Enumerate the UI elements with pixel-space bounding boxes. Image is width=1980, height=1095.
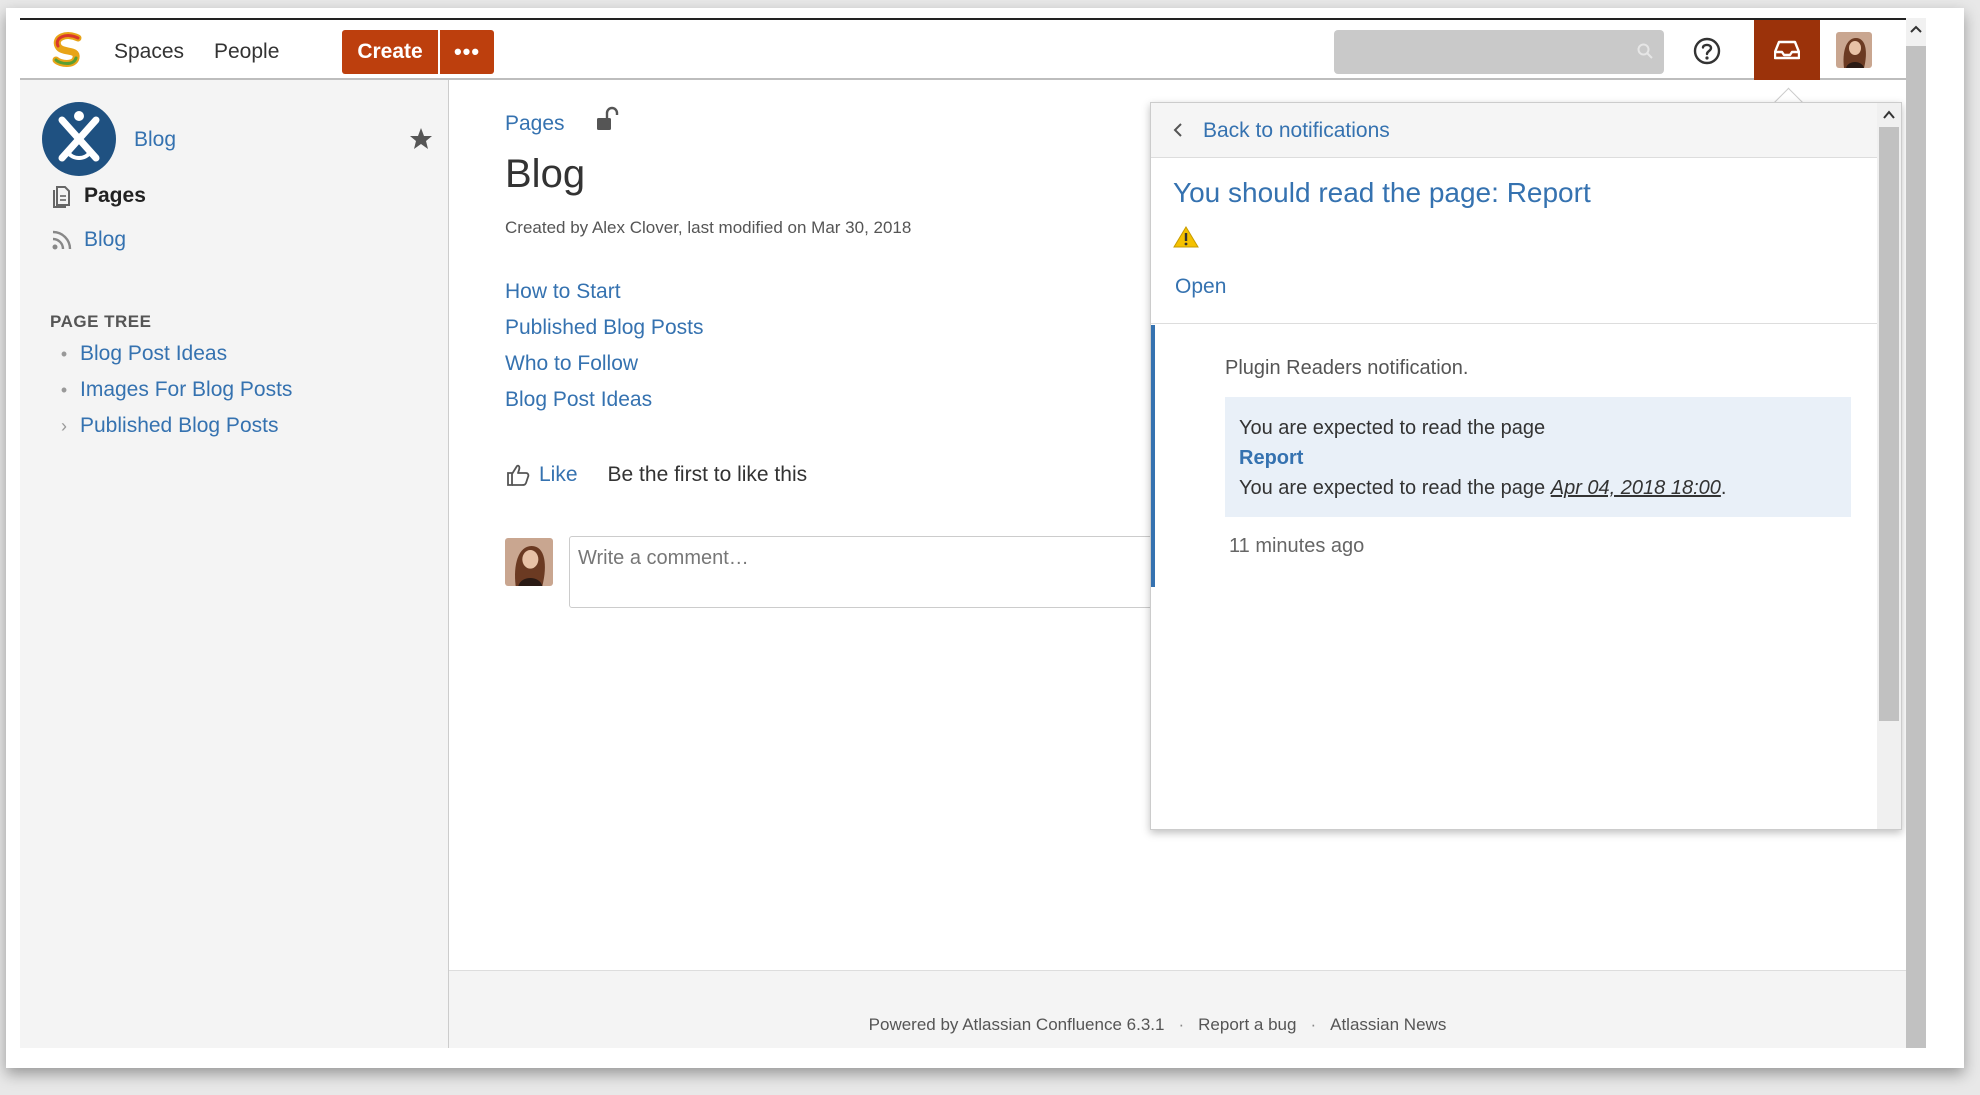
content-link[interactable]: Blog Post Ideas — [505, 388, 652, 412]
tree-bullet: • — [60, 343, 68, 364]
chevron-left-icon[interactable] — [1171, 121, 1185, 139]
notification-body: You are expected to read the page Report… — [1225, 397, 1851, 517]
divider — [1151, 323, 1877, 324]
more-create-options-button[interactable]: ••• — [440, 30, 494, 74]
like-description: Be the first to like this — [607, 463, 808, 486]
thumbs-up-icon[interactable] — [505, 462, 531, 488]
user-avatar-icon — [505, 538, 553, 586]
help-icon[interactable] — [1692, 36, 1722, 66]
nav-spaces[interactable]: Spaces — [114, 40, 184, 64]
notification-date: Apr 04, 2018 18:00 — [1550, 477, 1721, 499]
footer-report-bug[interactable]: Report a bug — [1198, 1015, 1296, 1034]
comment-input[interactable]: Write a comment… — [569, 536, 1169, 608]
notification-body-prefix: You are expected to read the page — [1239, 477, 1546, 499]
notification-panel: Back to notifications You should read th… — [1150, 102, 1902, 830]
create-button[interactable]: Create — [342, 30, 438, 74]
comment-avatar — [505, 538, 553, 586]
scroll-up-icon[interactable] — [1910, 24, 1922, 36]
sidebar-item-label: Blog — [84, 228, 127, 251]
page-footer: Powered by Atlassian Confluence 6.3.1 · Re… — [449, 970, 1926, 1048]
user-avatar-icon — [1836, 32, 1872, 68]
panel-scroll-thumb[interactable] — [1879, 127, 1899, 721]
back-to-notifications-link[interactable]: Back to notifications — [1203, 119, 1390, 143]
sidebar-item-pages[interactable]: Pages — [50, 184, 146, 208]
sidebar-item-blog[interactable]: Blog — [50, 228, 126, 252]
scroll-up-icon[interactable] — [1882, 109, 1896, 121]
tree-item[interactable]: › Published Blog Posts — [58, 414, 278, 438]
tree-item-label: Blog Post Ideas — [80, 342, 228, 365]
sidebar-item-label: Pages — [84, 184, 146, 207]
notifications-button[interactable] — [1754, 20, 1820, 80]
star-icon[interactable] — [408, 126, 434, 152]
confluence-logo-icon[interactable] — [48, 30, 88, 70]
user-avatar[interactable] — [1836, 32, 1872, 68]
notification-body-suffix: . — [1720, 477, 1727, 499]
notification-body-line: You are expected to read the page Apr 04… — [1239, 473, 1837, 503]
panel-header: Back to notifications — [1151, 103, 1877, 158]
rss-icon — [52, 230, 72, 250]
notification-page-link[interactable]: Report — [1239, 443, 1837, 473]
page-tree-heading: PAGE TREE — [50, 312, 152, 331]
panel-scrollbar[interactable] — [1877, 103, 1901, 829]
space-logo-icon — [58, 111, 100, 162]
like-button[interactable]: Like — [539, 463, 578, 487]
tree-item-label: Published Blog Posts — [80, 414, 279, 437]
content-link[interactable]: Who to Follow — [505, 352, 638, 376]
space-sidebar: Blog Pages Blog PAGE TREE • Blog Post Id… — [20, 80, 449, 1048]
inbox-icon — [1774, 40, 1800, 60]
space-logo[interactable] — [42, 102, 116, 176]
tree-item[interactable]: • Blog Post Ideas — [58, 342, 227, 366]
footer-atlassian-news[interactable]: Atlassian News — [1330, 1015, 1446, 1034]
space-name-link[interactable]: Blog — [134, 128, 176, 152]
notification-source: Plugin Readers notification. — [1225, 357, 1469, 379]
content-link[interactable]: How to Start — [505, 280, 621, 304]
notification-timestamp: 11 minutes ago — [1229, 535, 1365, 557]
tree-item-label: Images For Blog Posts — [80, 378, 293, 401]
search-icon — [1637, 43, 1653, 59]
unlock-icon[interactable] — [595, 106, 619, 132]
page-byline: Created by Alex Clover, last modified on… — [505, 218, 912, 237]
page-title: Blog — [505, 152, 586, 196]
window-scrollbar[interactable] — [1906, 18, 1926, 1048]
notification-body-line: You are expected to read the page — [1239, 417, 1546, 439]
nav-people[interactable]: People — [214, 40, 279, 64]
footer-separator: · — [1178, 1015, 1185, 1034]
footer-separator: · — [1310, 1015, 1317, 1034]
search-input[interactable] — [1334, 30, 1664, 74]
breadcrumb[interactable]: Pages — [505, 112, 565, 136]
pages-icon — [53, 186, 70, 208]
open-link[interactable]: Open — [1175, 275, 1226, 299]
like-section: Like Be the first to like this — [505, 462, 807, 488]
unread-indicator — [1151, 325, 1155, 587]
footer-powered-by[interactable]: Powered by Atlassian Confluence 6.3.1 — [869, 1015, 1165, 1034]
tree-item[interactable]: • Images For Blog Posts — [58, 378, 293, 402]
top-header: Spaces People Create ••• — [20, 18, 1926, 80]
tree-bullet: • — [60, 379, 68, 400]
footer-links: Powered by Atlassian Confluence 6.3.1 · Re… — [419, 1015, 1896, 1035]
notification-title[interactable]: You should read the page: Report — [1173, 177, 1591, 209]
confluence-app: Spaces People Create ••• Blog Pages Blog… — [20, 18, 1926, 1048]
tree-expand-chevron-icon[interactable]: › — [58, 416, 70, 437]
content-link[interactable]: Published Blog Posts — [505, 316, 703, 340]
warning-icon — [1173, 226, 1199, 248]
